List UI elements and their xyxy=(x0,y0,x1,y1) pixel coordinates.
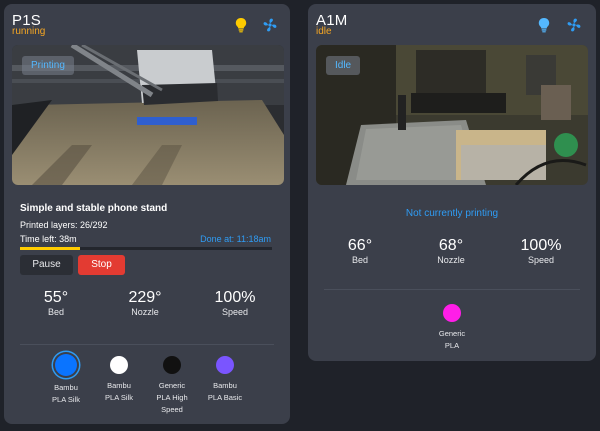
nozzle-temp: 68° Nozzle xyxy=(421,237,481,265)
time-left: Time left: 38m xyxy=(20,234,77,244)
bed-temp: 55° Bed xyxy=(26,289,86,317)
lightbulb-icon[interactable] xyxy=(537,17,551,33)
speed-value: 100% xyxy=(520,237,562,254)
bed-temp-value: 55° xyxy=(43,289,69,306)
spool-label: Generic PLA xyxy=(438,329,466,350)
spool-label: Bambu PLA Silk xyxy=(105,381,133,402)
progress-bar-fill xyxy=(20,247,81,250)
camera-feed[interactable]: Idle xyxy=(316,45,588,185)
spool-color-swatch xyxy=(55,354,77,376)
spool-label: Bambu PLA Silk xyxy=(52,383,80,404)
speed-label: Speed xyxy=(221,307,249,317)
nozzle-temp-label: Nozzle xyxy=(437,255,465,265)
camera-status-badge: Printing xyxy=(22,56,74,75)
camera-feed[interactable]: Printing xyxy=(12,45,284,185)
not-printing-message: Not currently printing xyxy=(405,208,499,219)
ams-spool-1[interactable]: Bambu PLA Silk xyxy=(36,354,96,406)
printed-layers: Printed layers: 26/292 xyxy=(20,220,108,230)
spool-color-swatch xyxy=(443,304,461,322)
printer-card-a1m: A1M idle Idle Not currently printing 66°… xyxy=(308,4,596,361)
printer-card-p1s: P1S running Printing Simple and stable p… xyxy=(4,4,290,424)
bed-temp-label: Bed xyxy=(47,307,64,317)
nozzle-temp: 229° Nozzle xyxy=(115,289,175,317)
ams-spool-1[interactable]: Generic PLA xyxy=(422,304,482,352)
fan-icon[interactable] xyxy=(567,18,581,32)
spool-color-swatch xyxy=(216,356,234,374)
job-title: Simple and stable phone stand xyxy=(20,203,168,214)
ams-spool-3[interactable]: Generic PLA High Speed xyxy=(142,356,202,416)
camera-status-badge: Idle xyxy=(326,56,361,75)
divider xyxy=(20,344,274,345)
printer-state: idle xyxy=(316,26,332,37)
lightbulb-icon[interactable] xyxy=(234,17,248,33)
speed: 100% Speed xyxy=(511,237,571,265)
nozzle-temp-label: Nozzle xyxy=(131,307,159,317)
speed: 100% Speed xyxy=(205,289,265,317)
bed-temp-label: Bed xyxy=(351,255,368,265)
nozzle-temp-value: 229° xyxy=(128,289,162,306)
fan-icon[interactable] xyxy=(263,18,277,32)
nozzle-temp-value: 68° xyxy=(438,237,464,254)
speed-label: Speed xyxy=(527,255,555,265)
stop-button[interactable]: Stop xyxy=(78,255,125,275)
spool-label: Generic PLA High Speed xyxy=(156,381,188,414)
progress-bar xyxy=(20,247,272,250)
speed-value: 100% xyxy=(214,289,256,306)
printer-state: running xyxy=(12,26,46,37)
ams-spool-2[interactable]: Bambu PLA Silk xyxy=(89,356,149,404)
spool-color-swatch xyxy=(110,356,128,374)
pause-button[interactable]: Pause xyxy=(20,255,73,275)
divider xyxy=(324,289,580,290)
bed-temp-value: 66° xyxy=(347,237,373,254)
done-at: Done at: 11:18am xyxy=(200,234,271,244)
spool-color-swatch xyxy=(163,356,181,374)
spool-label: Bambu PLA Basic xyxy=(207,381,243,402)
ams-spool-4[interactable]: Bambu PLA Basic xyxy=(195,356,255,404)
bed-temp: 66° Bed xyxy=(330,237,390,265)
